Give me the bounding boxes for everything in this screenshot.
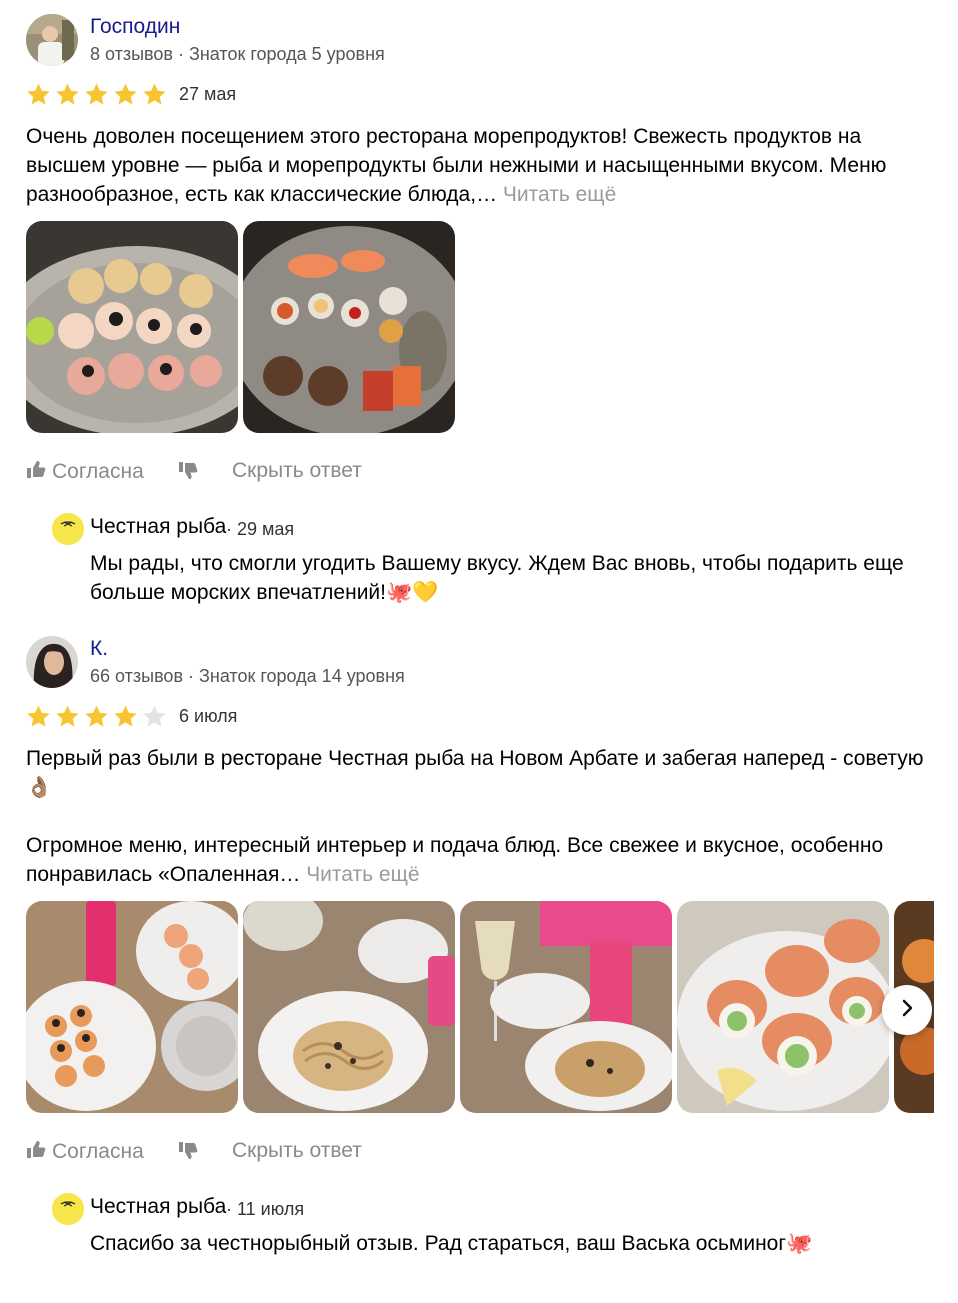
business-reply: Честная рыба · 29 мая Мы рады, что смогл…	[52, 513, 936, 623]
star-filled-icon	[56, 705, 79, 727]
read-more-link[interactable]: Читать ещё	[503, 183, 616, 206]
reply-date: · 29 мая	[226, 519, 295, 539]
pasta-dish-photo[interactable]	[243, 901, 455, 1113]
business-reply: Честная рыба · 11 июля Спасибо за честно…	[52, 1193, 936, 1303]
review-text: Первый раз были в ресторане Честная рыба…	[26, 744, 931, 889]
business-name[interactable]: Честная рыба	[90, 1195, 226, 1219]
business-logo	[52, 1193, 84, 1225]
hide-reply-button[interactable]: Скрыть ответ	[232, 1139, 362, 1163]
star-filled-icon	[85, 705, 108, 727]
star-empty-icon	[143, 705, 166, 727]
review-photos	[26, 901, 934, 1113]
review-author: Господин 8 отзывов · Знаток города 5 уро…	[26, 14, 936, 68]
reply-text: Мы рады, что смогли угодить Вашему вкусу…	[90, 552, 904, 604]
review-text-body: Первый раз были в ресторане Честная рыба…	[26, 747, 924, 886]
review-photos	[26, 221, 934, 433]
agree-label: Согласна	[52, 460, 144, 483]
rating-row: 27 мая	[26, 80, 936, 112]
review-author: К. 66 отзывов · Знаток города 14 уровня	[26, 636, 936, 690]
rating-stars	[26, 704, 167, 729]
drinks-and-rolls-photo[interactable]	[26, 901, 238, 1113]
review-card: Господин 8 отзывов · Знаток города 5 уро…	[26, 14, 936, 623]
author-meta: 8 отзывов · Знаток города 5 уровня	[90, 44, 385, 64]
review-text: Очень доволен посещением этого ресторана…	[26, 122, 931, 209]
star-filled-icon	[143, 83, 166, 105]
agree-button[interactable]: Согласна	[26, 1139, 144, 1165]
avatar[interactable]	[26, 14, 78, 66]
business-logo	[52, 513, 84, 545]
photos-next-button[interactable]	[882, 985, 932, 1035]
read-more-link[interactable]: Читать ещё	[306, 863, 419, 886]
star-filled-icon	[27, 83, 50, 105]
rating-row: 6 июля	[26, 702, 936, 734]
dislike-button[interactable]	[178, 461, 198, 487]
star-filled-icon	[114, 83, 137, 105]
business-name[interactable]: Честная рыба	[90, 515, 226, 539]
agree-button[interactable]: Согласна	[26, 459, 144, 485]
reply-date: · 11 июля	[226, 1199, 305, 1219]
chevron-right-icon	[897, 998, 917, 1023]
thumbs-up-icon	[26, 459, 46, 485]
thumbs-down-icon	[178, 1142, 198, 1166]
author-meta: 66 отзывов · Знаток города 14 уровня	[90, 666, 405, 686]
thumbs-down-icon	[178, 462, 198, 486]
seafood-platter-photo[interactable]	[243, 221, 455, 433]
review-date: 27 мая	[179, 84, 237, 104]
review-actions: Согласна Скрыть ответ	[26, 455, 936, 495]
star-filled-icon	[114, 705, 137, 727]
hide-reply-button[interactable]: Скрыть ответ	[232, 459, 362, 483]
avatar[interactable]	[26, 636, 78, 688]
review-actions: Согласна Скрыть ответ	[26, 1135, 936, 1175]
review-date: 6 июля	[179, 706, 238, 726]
star-filled-icon	[27, 705, 50, 727]
salmon-rolls-photo[interactable]	[677, 901, 889, 1113]
review-text-body: Очень доволен посещением этого ресторана…	[26, 125, 887, 206]
author-name[interactable]: Господин	[90, 15, 180, 39]
dislike-button[interactable]	[178, 1141, 198, 1167]
reply-text: Спасибо за честнорыбный отзыв. Рад стара…	[90, 1232, 813, 1255]
star-filled-icon	[56, 83, 79, 105]
agree-label: Согласна	[52, 1140, 144, 1163]
table-wine-photo[interactable]	[460, 901, 672, 1113]
thumbs-up-icon	[26, 1139, 46, 1165]
review-card: К. 66 отзывов · Знаток города 14 уровня …	[26, 636, 936, 1303]
star-filled-icon	[85, 83, 108, 105]
sushi-rolls-photo[interactable]	[26, 221, 238, 433]
author-name[interactable]: К.	[90, 637, 108, 661]
rating-stars	[26, 82, 167, 107]
